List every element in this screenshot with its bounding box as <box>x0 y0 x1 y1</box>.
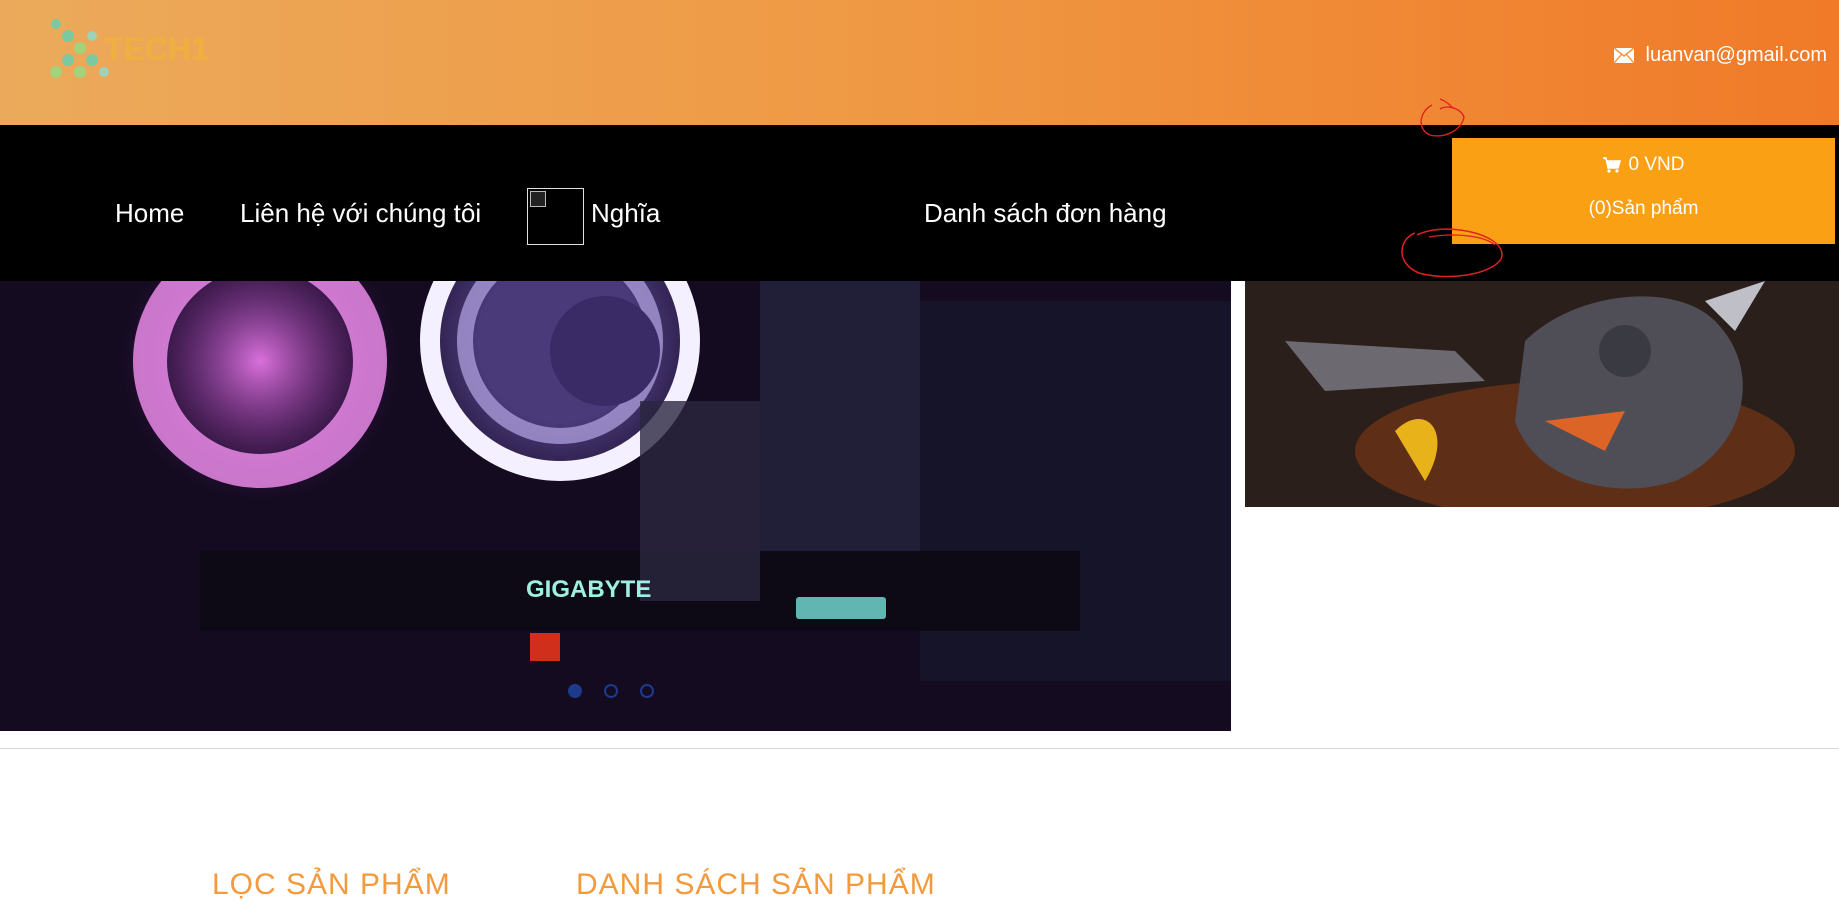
cart-button[interactable]: 0 VND (0)Sản phẩm <box>1452 138 1835 244</box>
cart-count: (0)Sản phẩm <box>1588 198 1699 219</box>
section-divider <box>0 748 1839 749</box>
banner-image-game-character <box>1245 281 1839 507</box>
logo-mark: TECH1 <box>50 19 208 78</box>
hero-slider[interactable]: GIGABYTE <box>0 281 1231 731</box>
nav-orders[interactable]: Danh sách đơn hàng <box>924 196 1167 230</box>
slider-brand-text: GIGABYTE <box>526 576 651 603</box>
cart-icon <box>1602 157 1621 173</box>
top-header: TECH1 luanvan@gmail.com <box>0 0 1839 125</box>
cart-total: 0 VND <box>1628 154 1685 175</box>
user-avatar[interactable] <box>527 188 584 245</box>
slider-dot-1[interactable] <box>568 684 582 698</box>
site-logo[interactable]: TECH1 <box>48 16 208 88</box>
nav-contact[interactable]: Liên hệ với chúng tôi <box>240 196 481 230</box>
side-banner[interactable] <box>1245 281 1839 507</box>
slider-indicators <box>568 684 654 698</box>
broken-image-icon <box>530 191 546 207</box>
filter-products-title: LỌC SẢN PHẨM <box>212 868 451 901</box>
slider-dot-2[interactable] <box>604 684 618 698</box>
slider-dot-3[interactable] <box>640 684 654 698</box>
nav-user-name[interactable]: Nghĩa <box>591 196 660 230</box>
product-list-title: DANH SÁCH SẢN PHẨM <box>576 868 936 901</box>
mail-icon <box>1613 48 1634 63</box>
nav-home[interactable]: Home <box>115 196 184 230</box>
slider-image-pc-build: GIGABYTE <box>0 281 1231 731</box>
contact-email[interactable]: luanvan@gmail.com <box>1613 44 1828 67</box>
svg-text:TECH1: TECH1 <box>104 31 208 67</box>
email-text: luanvan@gmail.com <box>1645 44 1828 66</box>
